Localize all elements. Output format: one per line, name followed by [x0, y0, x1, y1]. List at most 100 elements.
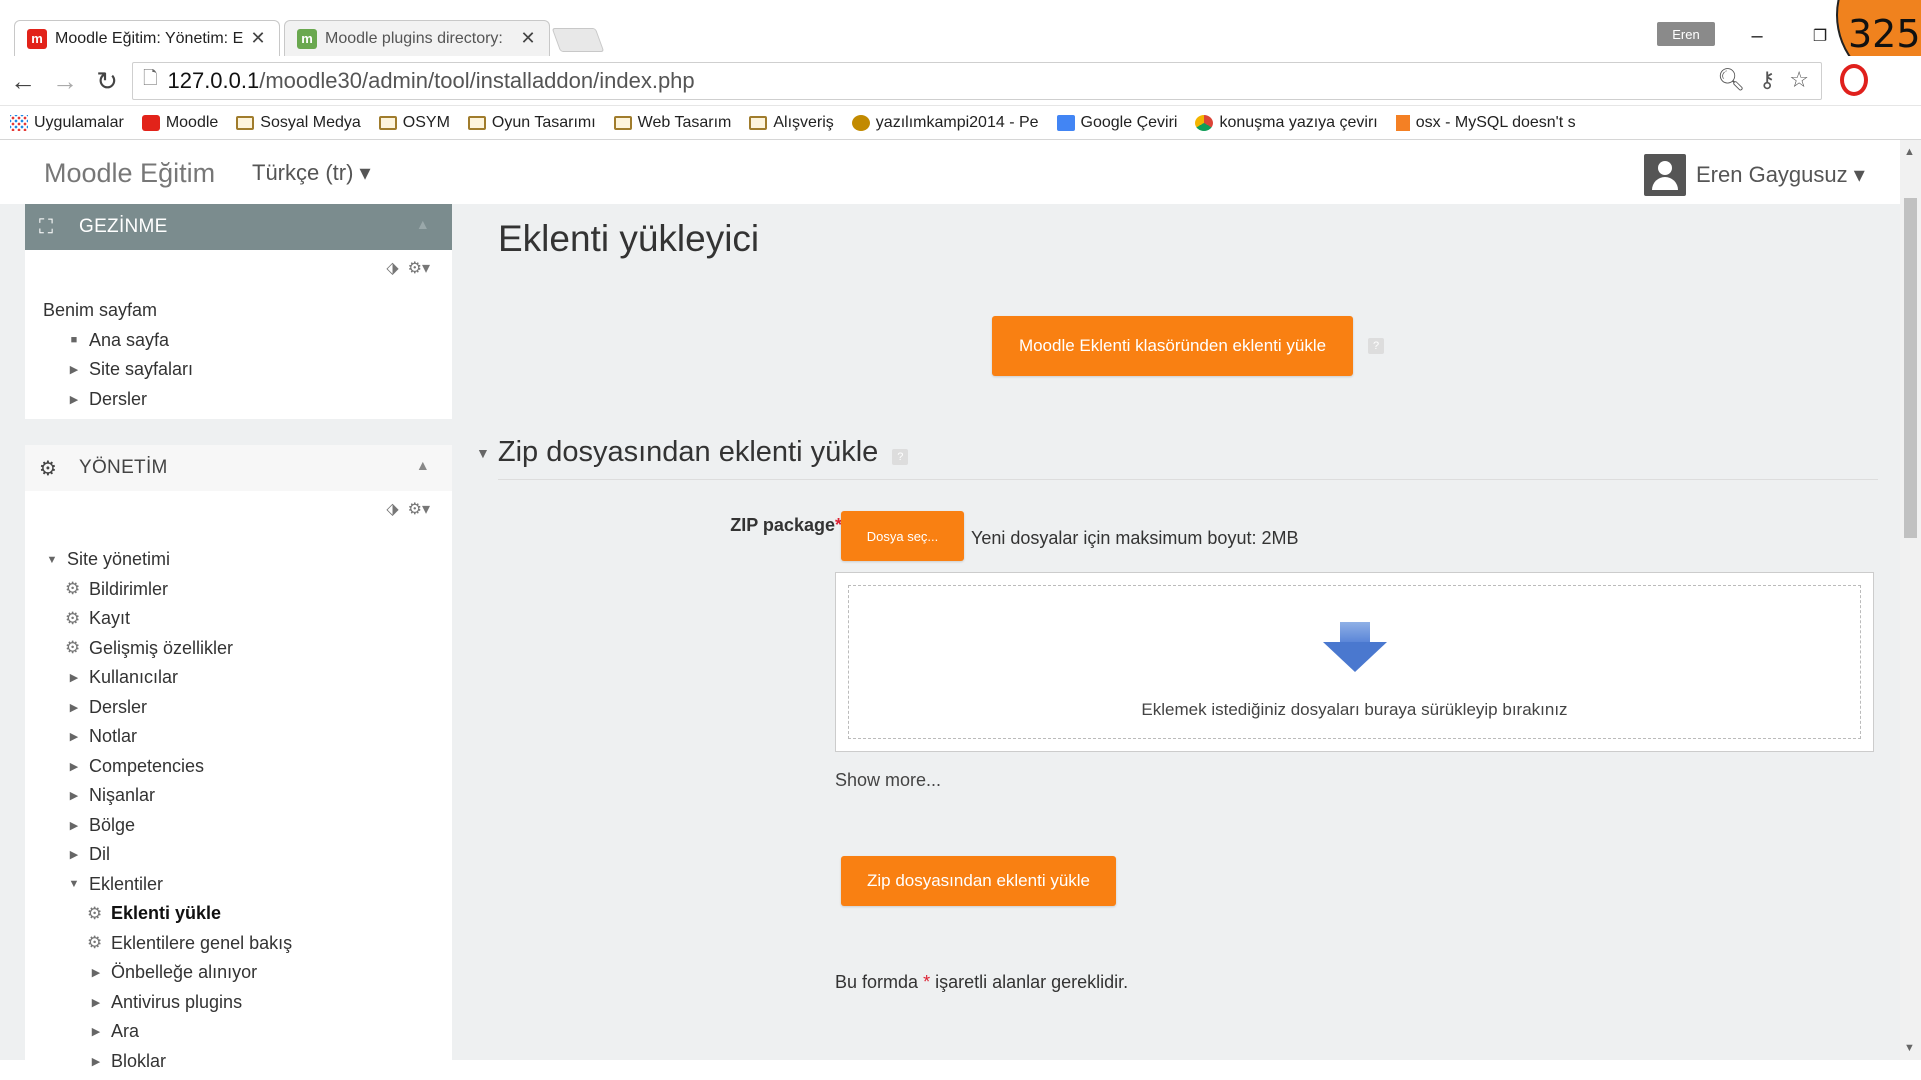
administration-block-header[interactable]: ⚙ YÖNETİM ▲: [25, 445, 452, 491]
scroll-up-icon[interactable]: ▲: [1904, 146, 1915, 158]
tree-item[interactable]: ▶ Notlar: [43, 722, 452, 752]
gear-icon[interactable]: ⚙▾: [408, 260, 430, 277]
tree-item[interactable]: ▶ Antivirus plugins: [43, 988, 452, 1018]
back-icon[interactable]: ←: [6, 64, 40, 98]
page-scrollbar[interactable]: ▲ ▼: [1900, 140, 1921, 1060]
restore-icon[interactable]: ❐: [1800, 18, 1840, 54]
tree-item[interactable]: ⚙ Eklentilere genel bakış: [43, 929, 452, 959]
tree-item[interactable]: ⚙ Eklenti yükle: [43, 899, 452, 929]
bookmark-folder[interactable]: Web Tasarım: [613, 114, 731, 132]
tree-item[interactable]: ▶ Nişanlar: [43, 781, 452, 811]
google-translate-icon: [1056, 114, 1075, 131]
opera-extension-icon[interactable]: [1840, 64, 1868, 96]
chevron-right-icon: ▶: [91, 1055, 101, 1068]
folder-icon: [378, 115, 397, 130]
chevron-right-icon: ▶: [69, 364, 79, 377]
tree-item[interactable]: ⚙ Kayıt: [43, 604, 452, 634]
forward-icon[interactable]: →: [48, 64, 82, 98]
profile-chip[interactable]: Eren: [1657, 22, 1715, 46]
user-menu[interactable]: Eren Gaygusuz ▾: [1696, 162, 1865, 188]
close-tab-icon[interactable]: ✕: [249, 28, 267, 49]
chrome-icon: [1195, 114, 1214, 131]
tree-item[interactable]: ■ Ana sayfa: [43, 326, 452, 356]
url-input[interactable]: 🗋 127.0.0.1/moodle30/admin/tool/installa…: [132, 62, 1822, 100]
tree-item[interactable]: ▶ Önbelleğe alınıyor: [43, 958, 452, 988]
bookmark-folder[interactable]: Alışveriş: [749, 114, 834, 132]
scroll-down-icon[interactable]: ▼: [1904, 1042, 1915, 1054]
move-icon[interactable]: ⬗: [386, 501, 398, 518]
move-icon[interactable]: ⬗: [386, 260, 398, 277]
reload-icon[interactable]: ↻: [90, 64, 124, 98]
collapse-icon[interactable]: ▲: [416, 457, 430, 473]
url-host: 127.0.0.1: [167, 68, 260, 93]
tree-item[interactable]: ▶ Kullanıcılar: [43, 663, 452, 693]
bookmark-stackoverflow[interactable]: osx - MySQL doesn't s: [1395, 114, 1576, 132]
tree-item-label: Eklentiler: [89, 873, 164, 894]
gear-icon: ⚙: [65, 638, 81, 658]
chevron-down-icon: ▼: [46, 553, 58, 566]
bookmark-google-translate[interactable]: Google Çeviri: [1056, 114, 1177, 132]
tree-item[interactable]: ▶ Ara: [43, 1017, 452, 1047]
choose-file-button[interactable]: Dosya seç...: [841, 511, 964, 561]
bookmark-star-icon[interactable]: ☆: [1789, 67, 1809, 93]
tree-item-label: Ana sayfa: [89, 329, 170, 350]
language-menu[interactable]: Türkçe (tr) ▾: [252, 160, 371, 186]
site-brand[interactable]: Moodle Eğitim: [44, 158, 215, 189]
bookmark-folder[interactable]: Oyun Tasarımı: [467, 114, 596, 132]
chevron-right-icon: ▶: [69, 790, 79, 803]
install-from-directory-button[interactable]: Moodle Eklenti klasöründen eklenti yükle: [992, 316, 1353, 376]
tree-item[interactable]: ▶ Competencies: [43, 752, 452, 782]
block-tools: ⬗ ⚙▾: [25, 491, 452, 523]
tree-item-label: Kullanıcılar: [89, 667, 179, 688]
tree-item-label: Önbelleğe alınıyor: [111, 962, 258, 983]
bookmark-folder[interactable]: Sosyal Medya: [236, 114, 361, 132]
show-more-link[interactable]: Show more...: [835, 770, 941, 791]
tree-item[interactable]: ⚙ Gelişmiş özellikler: [43, 634, 452, 664]
folder-icon: [236, 115, 255, 130]
bookmark-folder[interactable]: OSYM: [378, 114, 450, 132]
tree-item-label: Ara: [111, 1021, 140, 1042]
new-tab-button[interactable]: [551, 28, 605, 52]
chevron-down-icon: ▼: [476, 444, 490, 461]
tree-item[interactable]: ▶ Bölge: [43, 811, 452, 841]
bookmark-speech[interactable]: konuşma yazıya çevirı: [1195, 114, 1378, 132]
gears-icon: ⚙: [39, 457, 58, 480]
paw-icon: [851, 114, 870, 131]
top-navbar: Moodle Eğitim Türkçe (tr) ▾ Eren Gaygusu…: [0, 140, 1900, 204]
tree-item[interactable]: ▶ Dil: [43, 840, 452, 870]
scrollbar-thumb[interactable]: [1904, 198, 1917, 538]
bookmark-yazilimkampi[interactable]: yazılımkampi2014 - Pe: [851, 114, 1039, 132]
help-icon[interactable]: ?: [1368, 338, 1384, 354]
collapse-icon[interactable]: ▲: [416, 216, 430, 232]
tree-item[interactable]: ⚙ Bildirimler: [43, 575, 452, 605]
tree-item-label: Benim sayfam: [43, 300, 158, 321]
section-divider: [498, 479, 1878, 480]
chevron-right-icon: ▶: [91, 1026, 101, 1039]
tree-item[interactable]: ▶ Dersler: [43, 693, 452, 723]
navigation-block-header[interactable]: ⛶ GEZİNME ▲: [25, 204, 452, 250]
moodle-icon: [141, 114, 160, 131]
tab-moodle-admin[interactable]: m Moodle Eğitim: Yönetim: E ✕: [14, 20, 280, 56]
tree-item[interactable]: ▶ Site sayfaları: [43, 355, 452, 385]
user-avatar[interactable]: [1644, 154, 1686, 196]
close-tab-icon[interactable]: ✕: [519, 28, 537, 49]
tree-item[interactable]: ▼ Eklentiler: [43, 870, 452, 900]
help-icon[interactable]: ?: [892, 448, 909, 465]
zoom-icon[interactable]: 🔍︎: [1717, 67, 1745, 93]
minimize-icon[interactable]: –: [1737, 18, 1777, 54]
tree-item[interactable]: ▶ Bloklar: [43, 1047, 452, 1077]
install-from-zip-button[interactable]: Zip dosyasından eklenti yükle: [841, 856, 1116, 906]
bookmark-moodle[interactable]: Moodle: [141, 114, 218, 132]
tree-item[interactable]: Benim sayfam: [43, 296, 452, 326]
gear-icon[interactable]: ⚙▾: [408, 501, 430, 518]
tree-item[interactable]: ▶ Dersler: [43, 385, 452, 415]
file-dropzone[interactable]: Eklemek istediğiniz dosyaları buraya sür…: [835, 572, 1874, 752]
tree-item[interactable]: ▼ Site yönetimi: [43, 545, 452, 575]
bookmark-apps[interactable]: Uygulamalar: [10, 114, 124, 132]
tree-item-label: Bloklar: [111, 1050, 167, 1071]
zip-section-legend[interactable]: ▼ Zip dosyasından eklenti yükle ?: [476, 436, 909, 469]
tab-plugins-directory[interactable]: m Moodle plugins directory: ✕: [284, 20, 550, 56]
tree-item-label: Dersler: [89, 696, 148, 717]
tree-item-label: Eklentilere genel bakış: [111, 932, 293, 953]
key-icon[interactable]: ⚷: [1759, 67, 1775, 93]
